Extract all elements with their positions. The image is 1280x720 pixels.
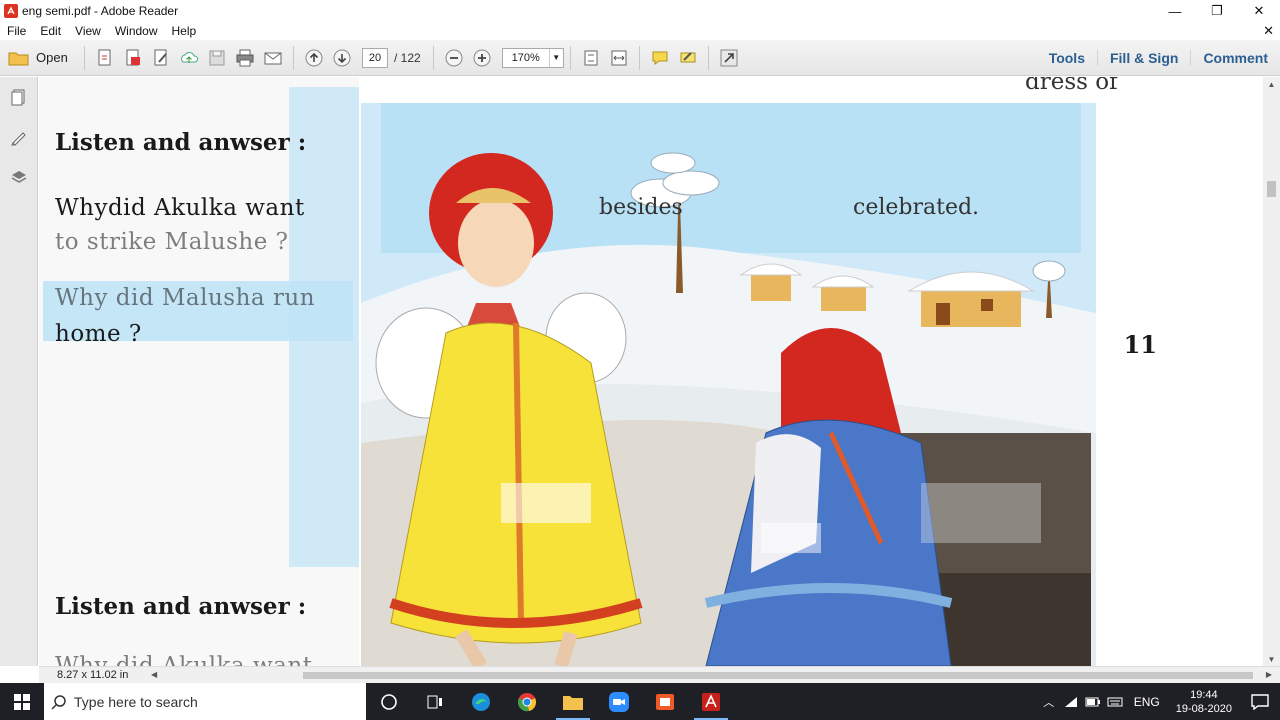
- battery-icon[interactable]: [1082, 683, 1104, 720]
- page-text-fragment: celebrated.: [853, 195, 980, 220]
- expand-icon[interactable]: [715, 44, 743, 72]
- story-illustration: [361, 103, 1096, 666]
- fill-sign-link[interactable]: Fill & Sign: [1096, 50, 1190, 66]
- toolbar-separator: [707, 45, 709, 70]
- title-bar: eng semi.pdf - Adobe Reader — ❐ ✕: [0, 0, 1280, 22]
- page-text-fragment: besides: [599, 195, 683, 220]
- question-3-partial: Why did Akulka want: [55, 653, 313, 666]
- toolbar-separator: [432, 45, 434, 70]
- page-number-input[interactable]: 20: [362, 47, 388, 68]
- upload-cloud-icon[interactable]: [175, 44, 203, 72]
- chrome-icon[interactable]: [504, 683, 550, 720]
- menu-window[interactable]: Window: [108, 24, 165, 38]
- taskbar-search[interactable]: Type here to search: [44, 683, 366, 720]
- edit-pdf-icon[interactable]: [147, 44, 175, 72]
- scroll-right-icon[interactable]: ▶: [1266, 670, 1272, 679]
- create-pdf-icon[interactable]: [91, 44, 119, 72]
- toolbar-separator: [569, 45, 571, 70]
- search-placeholder: Type here to search: [74, 693, 198, 710]
- vertical-scrollbar[interactable]: ▲ ▼: [1263, 77, 1280, 666]
- question-heading: Listen and anwser :: [55, 593, 307, 620]
- question-2-line-1: Why did Malusha run: [55, 285, 316, 311]
- clock-date: 19-08-2020: [1175, 702, 1232, 715]
- fit-width-icon[interactable]: [605, 44, 633, 72]
- layers-icon[interactable]: [0, 157, 38, 197]
- horizontal-scrollbar[interactable]: [303, 670, 1253, 681]
- page-dimensions: 8.27 x 11.02 in: [57, 669, 129, 681]
- zoom-out-icon[interactable]: [440, 44, 468, 72]
- keyboard-icon[interactable]: [1104, 683, 1126, 720]
- vertical-scroll-thumb[interactable]: [1267, 181, 1276, 197]
- toolbar-separator: [638, 45, 640, 70]
- file-explorer-icon[interactable]: [550, 683, 596, 720]
- adobe-reader-taskbar-icon[interactable]: [688, 683, 734, 720]
- menu-bar: File Edit View Window Help ✕: [0, 22, 1280, 40]
- toolbar-separator: [293, 45, 294, 70]
- navigation-pane: [0, 77, 38, 666]
- cortana-icon[interactable]: [366, 683, 412, 720]
- search-icon: [44, 694, 74, 710]
- zoom-app-icon[interactable]: [596, 683, 642, 720]
- page-total: / 122: [394, 50, 421, 65]
- zoom-in-icon[interactable]: [468, 44, 496, 72]
- email-icon[interactable]: [259, 44, 287, 72]
- page-number-label: 11: [1123, 330, 1157, 359]
- question-2-line-2: home ?: [55, 321, 142, 347]
- fit-page-icon[interactable]: [577, 44, 605, 72]
- menu-edit[interactable]: Edit: [33, 24, 68, 38]
- scroll-up-icon[interactable]: ▲: [1263, 77, 1280, 91]
- zoom-value: 170%: [511, 51, 540, 64]
- tools-link[interactable]: Tools: [1037, 50, 1097, 66]
- comment-link[interactable]: Comment: [1190, 50, 1280, 66]
- folder-icon: [8, 52, 29, 65]
- close-document-button[interactable]: ✕: [1263, 23, 1274, 39]
- chevron-down-icon: ▼: [548, 48, 563, 67]
- save-icon[interactable]: [203, 44, 231, 72]
- system-tray: ︿ ENG 19:44 19-08-2020: [1038, 683, 1280, 720]
- close-button[interactable]: ✕: [1238, 0, 1280, 22]
- open-label: Open: [36, 50, 68, 65]
- question-heading: Listen and anwser :: [55, 129, 307, 156]
- previous-page-icon[interactable]: [300, 44, 328, 72]
- minimize-button[interactable]: —: [1154, 0, 1196, 22]
- media-app-icon[interactable]: [642, 683, 688, 720]
- menu-view[interactable]: View: [68, 24, 108, 38]
- chevron-up-icon[interactable]: ︿: [1038, 683, 1060, 720]
- scroll-left-icon[interactable]: ◀: [151, 670, 157, 679]
- next-page-icon[interactable]: [328, 44, 356, 72]
- task-view-icon[interactable]: [412, 683, 458, 720]
- question-1-line-1: Whydid Akulka want: [55, 195, 305, 221]
- open-button[interactable]: Open: [8, 49, 78, 67]
- menu-help[interactable]: Help: [165, 24, 204, 38]
- adobe-reader-icon: [4, 4, 18, 18]
- notification-icon[interactable]: [1240, 693, 1280, 710]
- clock[interactable]: 19:44 19-08-2020: [1168, 688, 1240, 716]
- print-icon[interactable]: [231, 44, 259, 72]
- taskbar: Type here to search ︿ ENG 19:44 19-08-20…: [0, 683, 1280, 720]
- export-pdf-icon[interactable]: [119, 44, 147, 72]
- restore-button[interactable]: ❐: [1196, 0, 1238, 22]
- signatures-icon[interactable]: [0, 117, 38, 157]
- input-language[interactable]: ENG: [1126, 695, 1168, 709]
- status-bar: 8.27 x 11.02 in ◀ ▶: [39, 666, 1280, 683]
- page-text-fragment: dress of: [1025, 77, 1118, 95]
- windows-start-icon[interactable]: [0, 683, 44, 720]
- document-view[interactable]: Listen and anwser : Whydid Akulka want t…: [39, 77, 1263, 666]
- window-title: eng semi.pdf - Adobe Reader: [22, 4, 179, 18]
- clock-time: 19:44: [1190, 688, 1218, 701]
- question-1-line-2: to strike Malushe ?: [55, 229, 289, 255]
- page-background-strip: [289, 87, 359, 567]
- page-thumbnails-icon[interactable]: [0, 77, 38, 117]
- highlight-icon[interactable]: [674, 44, 702, 72]
- zoom-select[interactable]: 170% ▼: [501, 47, 564, 68]
- menu-file[interactable]: File: [0, 24, 33, 38]
- toolbar: Open 20 / 122 170% ▼ Tools Fill & Sign C…: [0, 40, 1280, 76]
- edge-icon[interactable]: [458, 683, 504, 720]
- scroll-down-icon[interactable]: ▼: [1263, 652, 1280, 666]
- comment-bubble-icon[interactable]: [646, 44, 674, 72]
- horizontal-scroll-thumb[interactable]: [303, 672, 1253, 679]
- network-icon[interactable]: [1060, 683, 1082, 720]
- toolbar-separator: [84, 45, 85, 70]
